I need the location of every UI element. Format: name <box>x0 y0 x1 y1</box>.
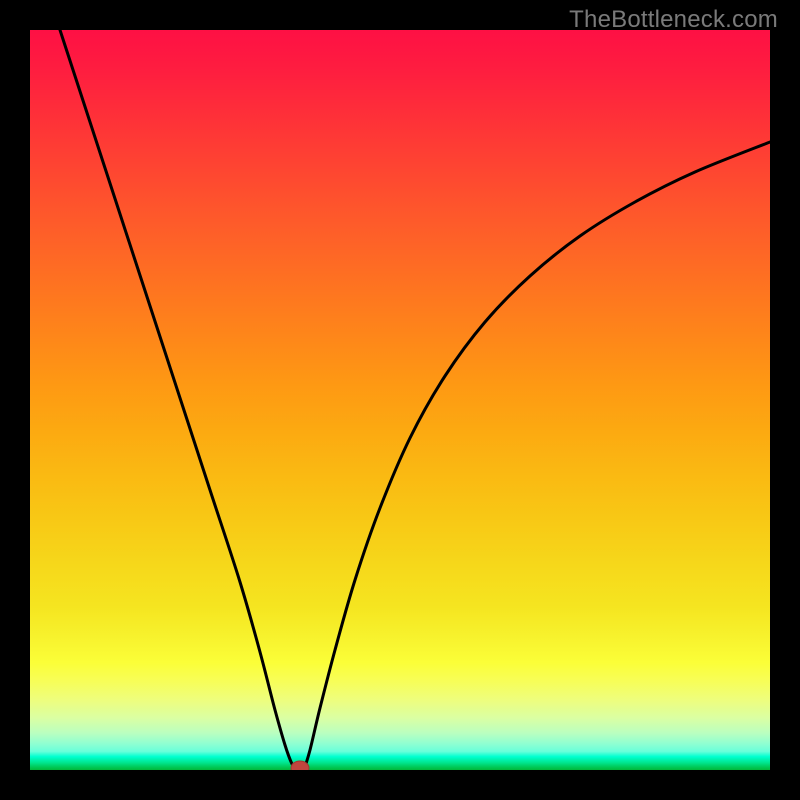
curve-svg <box>30 30 770 770</box>
chart-frame: TheBottleneck.com <box>0 0 800 800</box>
bottleneck-curve <box>60 30 770 770</box>
plot-area <box>30 30 770 770</box>
